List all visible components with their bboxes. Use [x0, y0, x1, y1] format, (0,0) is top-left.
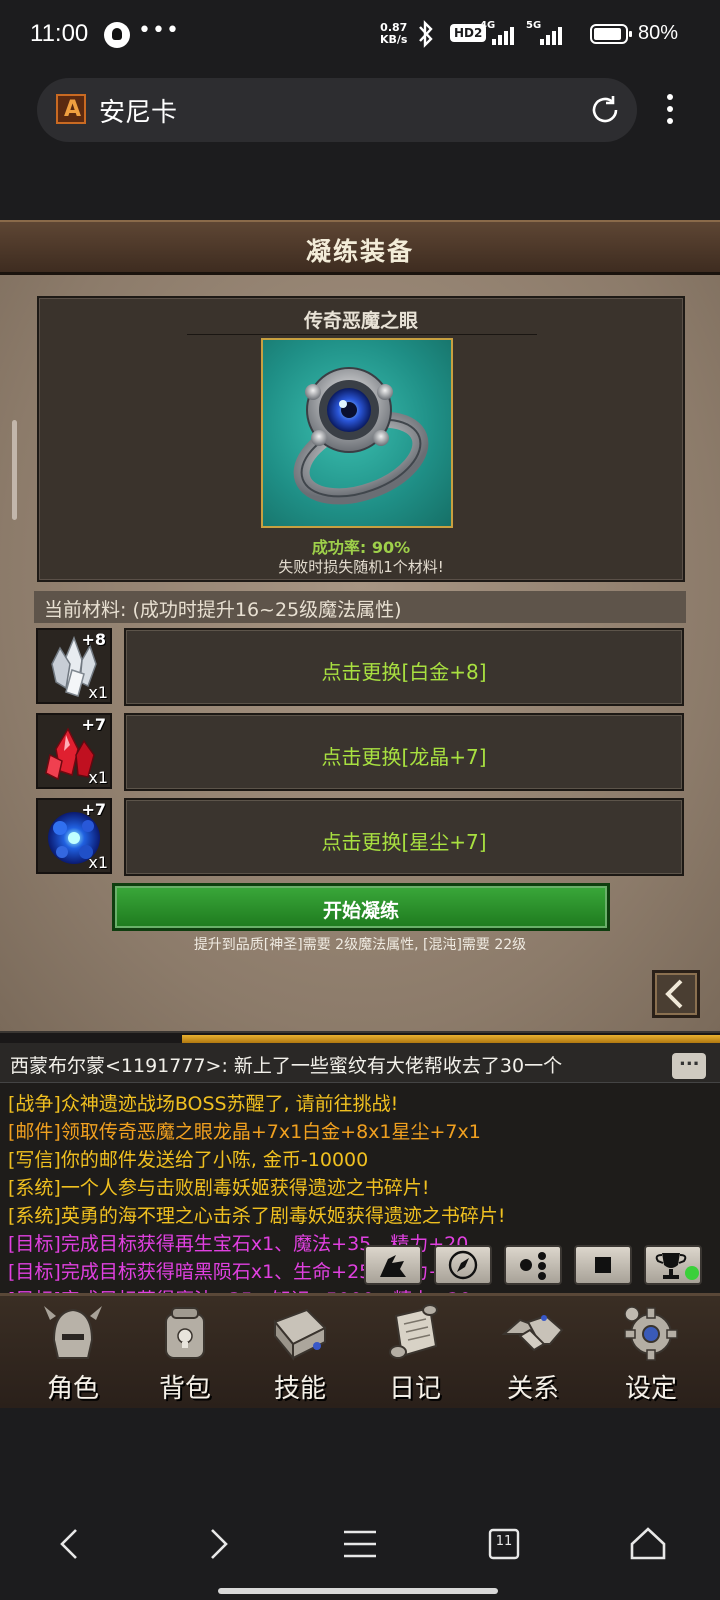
divider — [187, 334, 537, 335]
chevron-left-icon — [665, 979, 683, 1009]
menu-skills-label: 技能 — [273, 1374, 326, 1404]
menu-lines-icon[interactable] — [336, 1520, 384, 1568]
back-button[interactable] — [652, 970, 700, 1018]
menu-backpack-label: 背包 — [158, 1374, 211, 1404]
replace-material-label: 点击更换[龙晶+7] — [321, 745, 487, 769]
menu-settings-label: 设定 — [624, 1374, 677, 1404]
scroll-icon — [389, 1304, 438, 1359]
replace-material-label: 点击更换[白金+8] — [321, 660, 487, 684]
site-logo-icon — [56, 94, 86, 124]
status-bar: 11:00 ••• 0.87 KB/s HD2 4G 5G 80% — [0, 0, 720, 72]
chat-line: [写信]你的邮件发送给了小陈, 金币-10000 — [8, 1149, 369, 1171]
menu-skills[interactable]: 技能 — [245, 1296, 355, 1411]
material-quantity: x1 — [88, 768, 108, 787]
menu-backpack[interactable]: 背包 — [130, 1296, 240, 1411]
address-bar[interactable]: 安尼卡 — [37, 78, 637, 142]
network-speed: 0.87 KB/s — [380, 22, 407, 46]
material-row: +7 x1 点击更换[龙晶+7] — [36, 713, 688, 791]
clock: 11:00 — [30, 20, 89, 47]
more-notifications-icon: ••• — [138, 18, 180, 43]
experience-fill — [182, 1035, 720, 1043]
item-preview-box: 传奇恶魔之眼 成功率: 90% 失败时损失随机1个材料! — [37, 296, 685, 582]
back-arrow-icon[interactable] — [46, 1520, 94, 1568]
success-rate: 成功率: 90% — [311, 538, 411, 557]
material-quantity: x1 — [88, 853, 108, 872]
site-title: 安尼卡 — [99, 98, 178, 128]
dragon-crystal-icon[interactable]: +7 x1 — [36, 713, 112, 789]
menu-settings[interactable]: 设定 — [596, 1296, 706, 1411]
handshake-icon — [501, 1314, 564, 1352]
menu-character-label: 角色 — [46, 1374, 99, 1404]
start-refine-button[interactable]: 开始凝练 — [112, 883, 610, 931]
achievement-button[interactable] — [644, 1245, 702, 1285]
signal-5g-icon — [540, 26, 564, 46]
replace-material-button[interactable]: 点击更换[星尘+7] — [124, 798, 684, 876]
compass-icon — [448, 1250, 478, 1280]
skill-book-icon — [273, 1308, 327, 1361]
menu-character[interactable]: 角色 — [18, 1296, 128, 1411]
network-5g-label: 5G — [526, 20, 542, 31]
tabs-count: 11 — [495, 1534, 513, 1549]
compass-button[interactable] — [434, 1245, 492, 1285]
chat-latest-message[interactable]: 西蒙布尔蒙<1191777>: 新上了一些蜜纹有大佬帮收去了30一个 — [0, 1043, 720, 1083]
panel-title-bar: 凝练装备 — [0, 220, 720, 275]
chat-line: [邮件]领取传奇恶魔之眼龙晶+7x1白金+8x1星尘+7x1 — [8, 1121, 481, 1143]
menu-diary-label: 日记 — [388, 1374, 441, 1404]
qq-icon — [104, 22, 130, 48]
material-level: +7 — [81, 715, 106, 734]
chat-line: [战争]众神遗迹战场BOSS苏醒了, 请前往挑战! — [8, 1093, 399, 1115]
stardust-icon[interactable]: +7 x1 — [36, 798, 112, 874]
gear-icon — [624, 1306, 678, 1361]
material-level: +8 — [81, 630, 106, 649]
chat-latest-text: 西蒙布尔蒙<1191777>: 新上了一些蜜纹有大佬帮收去了30一个 — [10, 1055, 563, 1077]
experience-bar — [0, 1031, 720, 1043]
replace-material-label: 点击更换[星尘+7] — [321, 830, 487, 854]
panel-title: 凝练装备 — [305, 237, 414, 266]
network-speed-unit: KB/s — [380, 33, 408, 46]
system-nav-bar: 11 — [0, 1408, 720, 1600]
stop-icon — [595, 1257, 611, 1273]
chat-line: [系统]英勇的海不理之心击杀了剧毒妖姬获得遗迹之书碎片! — [8, 1205, 506, 1227]
menu-relations-label: 关系 — [506, 1374, 559, 1404]
replace-material-button[interactable]: 点击更换[白金+8] — [124, 628, 684, 706]
battery-percent: 80% — [638, 22, 679, 44]
menu-relations[interactable]: 关系 — [478, 1296, 588, 1411]
quality-hint: 提升到品质[神圣]需要 2级魔法属性, [混沌]需要 22级 — [193, 937, 527, 953]
replace-material-button[interactable]: 点击更换[龙晶+7] — [124, 713, 684, 791]
helmet-icon — [44, 1306, 102, 1359]
tabs-button[interactable]: 11 — [480, 1520, 528, 1568]
stop-button[interactable] — [574, 1245, 632, 1285]
chat-bubble-icon[interactable] — [672, 1049, 706, 1079]
reload-icon[interactable] — [587, 92, 623, 128]
materials-header-text: 当前材料: (成功时提升16~25级魔法属性) — [44, 599, 402, 621]
material-quantity: x1 — [88, 683, 108, 702]
home-indicator[interactable] — [218, 1588, 498, 1594]
start-refine-label: 开始凝练 — [322, 900, 399, 922]
failure-note: 失败时损失随机1个材料! — [278, 558, 444, 576]
party-icon — [520, 1252, 546, 1280]
material-level: +7 — [81, 800, 106, 819]
battery-icon — [590, 24, 632, 44]
party-button[interactable] — [504, 1245, 562, 1285]
materials-header: 当前材料: (成功时提升16~25级魔法属性) — [34, 591, 686, 623]
backpack-icon — [165, 1307, 205, 1359]
scroll-indicator[interactable] — [12, 420, 17, 520]
ring-icon[interactable] — [261, 338, 453, 528]
chat-line: [系统]一个人参与击败剧毒妖姬获得遗迹之书碎片! — [8, 1177, 430, 1199]
trophy-icon — [655, 1253, 699, 1280]
menu-diary[interactable]: 日记 — [360, 1296, 470, 1411]
bluetooth-icon — [416, 20, 436, 54]
signal-4g-icon — [492, 26, 516, 46]
main-menu: 角色 背包 技能 日记 关系 设定 — [0, 1293, 720, 1408]
mount-button[interactable] — [364, 1245, 422, 1285]
home-icon[interactable] — [624, 1520, 672, 1568]
platinum-crystal-icon[interactable]: +8 x1 — [36, 628, 112, 704]
mount-icon — [380, 1255, 406, 1277]
item-name: 传奇恶魔之眼 — [303, 310, 418, 332]
forward-arrow-icon[interactable] — [194, 1520, 242, 1568]
browser-menu-icon[interactable] — [664, 94, 676, 130]
material-row: +7 x1 点击更换[星尘+7] — [36, 798, 688, 876]
material-row: +8 x1 点击更换[白金+8] — [36, 628, 688, 706]
